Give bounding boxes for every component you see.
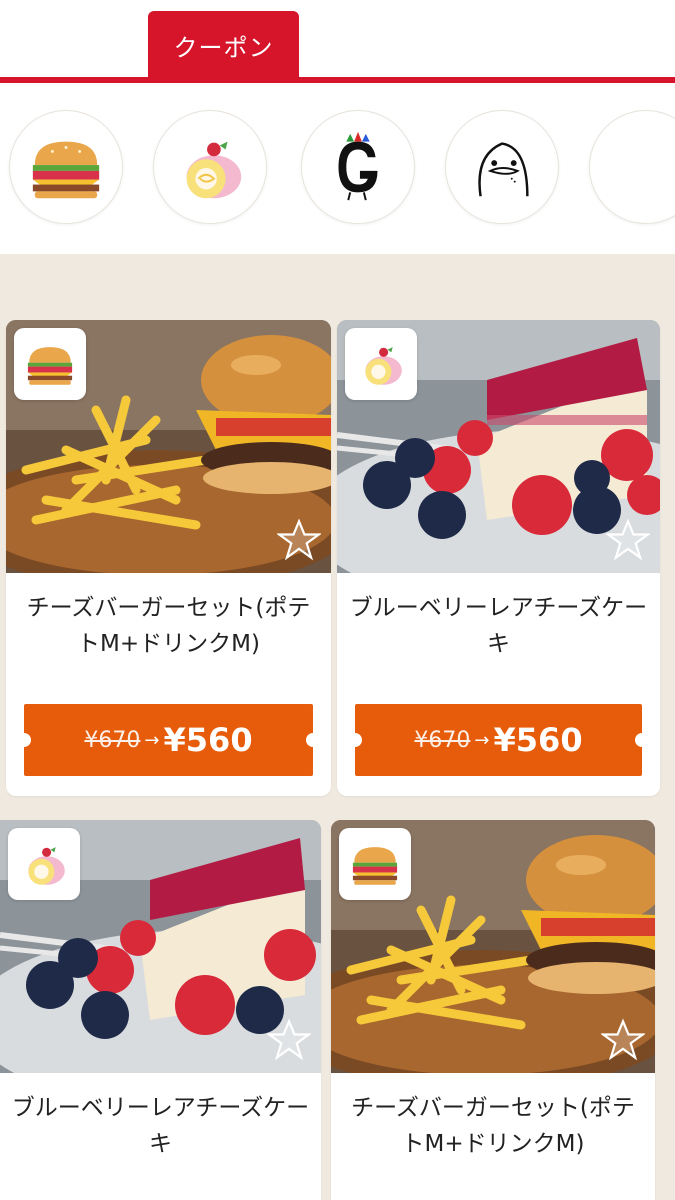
category-badge <box>8 828 80 900</box>
coupon-card[interactable]: ブルーベリーレアチーズケーキ <box>0 820 321 1200</box>
cake-roll-icon <box>28 847 65 885</box>
category-badge <box>14 328 86 400</box>
star-icon[interactable] <box>267 1018 311 1062</box>
new-price: ¥560 <box>163 721 253 759</box>
price-button[interactable]: ¥670 → ¥560 <box>17 704 320 776</box>
category-g-monster[interactable] <box>301 110 415 224</box>
coupon-card[interactable]: チーズバーガーセット(ポテトM+ドリンクM) <box>331 820 655 1200</box>
star-icon[interactable] <box>606 518 650 562</box>
old-price: ¥670 <box>414 727 471 753</box>
category-white-bird[interactable] <box>445 110 559 224</box>
burger-icon <box>352 847 398 885</box>
white-bird-icon <box>478 142 529 197</box>
burger-icon <box>32 141 100 199</box>
category-cake-roll[interactable] <box>153 110 267 224</box>
star-icon[interactable] <box>277 518 321 562</box>
tab-coupon[interactable]: クーポン <box>148 11 299 79</box>
arrow-right-icon: → <box>144 729 160 751</box>
arrow-right-icon: → <box>474 729 490 751</box>
category-partial[interactable] <box>589 110 675 224</box>
star-icon[interactable] <box>601 1018 645 1062</box>
header: クーポン <box>0 0 675 84</box>
product-title: ブルーベリーレアチーズケーキ <box>349 595 648 657</box>
coupon-card[interactable]: チーズバーガーセット(ポテトM+ドリンクM) ¥670 → ¥560 <box>6 320 331 796</box>
new-price: ¥560 <box>493 721 583 759</box>
tab-underline <box>0 77 675 83</box>
category-badge <box>339 828 411 900</box>
coupon-card[interactable]: ブルーベリーレアチーズケーキ ¥670 → ¥560 <box>337 320 660 796</box>
cake-roll-icon <box>365 347 402 385</box>
product-title: チーズバーガーセット(ポテトM+ドリンクM) <box>26 595 311 657</box>
product-title: ブルーベリーレアチーズケーキ <box>11 1095 310 1157</box>
old-price: ¥670 <box>84 727 141 753</box>
cake-roll-icon <box>186 141 242 199</box>
g-monster-icon <box>338 131 378 201</box>
price-button[interactable]: ¥670 → ¥560 <box>348 704 649 776</box>
product-title: チーズバーガーセット(ポテトM+ドリンクM) <box>351 1095 635 1157</box>
category-row <box>0 84 675 254</box>
category-badge <box>345 328 417 400</box>
category-burger[interactable] <box>9 110 123 224</box>
burger-icon <box>27 347 73 385</box>
